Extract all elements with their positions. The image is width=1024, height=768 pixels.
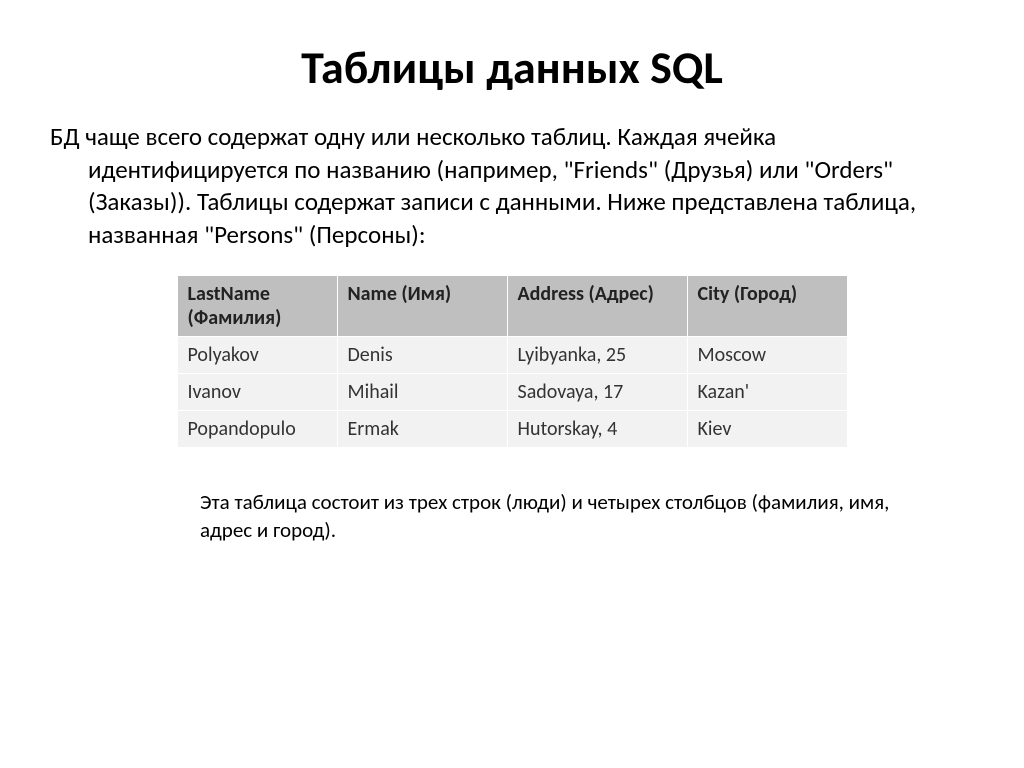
cell-name: Mihail [337, 374, 507, 411]
col-header-name: Name (Имя) [337, 276, 507, 337]
cell-city: Kiev [687, 411, 847, 448]
col-header-address: Address (Адрес) [507, 276, 687, 337]
intro-paragraph: БД чаще всего содержат одну или нескольк… [50, 121, 974, 251]
table-row: Polyakov Denis Lyibyanka, 25 Moscow [177, 337, 847, 374]
cell-lastname: Polyakov [177, 337, 337, 374]
table-header-row: LastName (Фамилия) Name (Имя) Address (А… [177, 276, 847, 337]
footer-note: Эта таблица состоит из трех строк (люди)… [200, 488, 900, 545]
cell-name: Ermak [337, 411, 507, 448]
cell-address: Sadovaya, 17 [507, 374, 687, 411]
table-row: Popandopulo Ermak Hutorskay, 4 Kiev [177, 411, 847, 448]
cell-name: Denis [337, 337, 507, 374]
col-header-city: City (Город) [687, 276, 847, 337]
table-row: Ivanov Mihail Sadovaya, 17 Kazan' [177, 374, 847, 411]
cell-lastname: Ivanov [177, 374, 337, 411]
cell-city: Moscow [687, 337, 847, 374]
cell-lastname: Popandopulo [177, 411, 337, 448]
cell-address: Hutorskay, 4 [507, 411, 687, 448]
table-container: LastName (Фамилия) Name (Имя) Address (А… [50, 275, 974, 448]
cell-city: Kazan' [687, 374, 847, 411]
cell-address: Lyibyanka, 25 [507, 337, 687, 374]
persons-table: LastName (Фамилия) Name (Имя) Address (А… [177, 275, 848, 448]
slide-title: Таблицы данных SQL [50, 40, 974, 96]
col-header-lastname: LastName (Фамилия) [177, 276, 337, 337]
